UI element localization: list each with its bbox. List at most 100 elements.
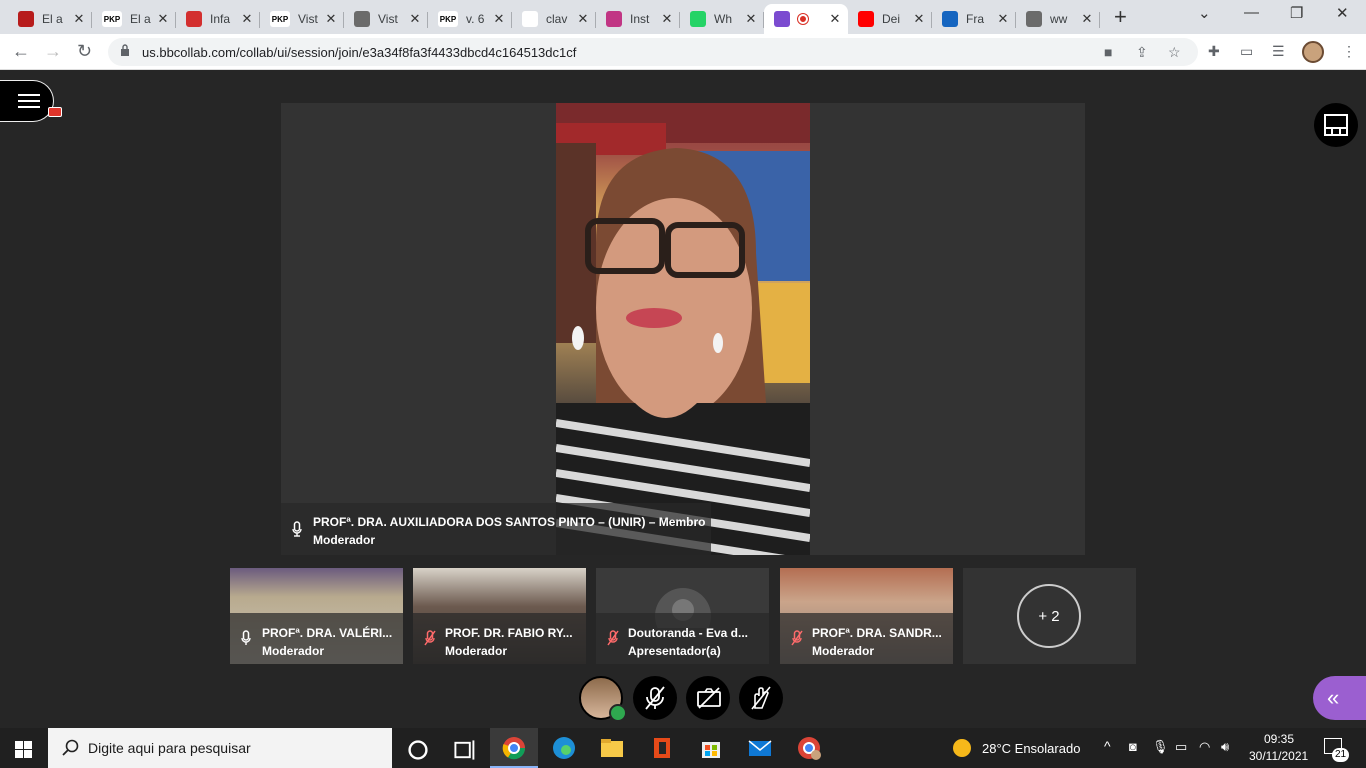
browser-tab[interactable]: Inst ✕	[596, 4, 680, 34]
microphone-muted-icon	[607, 630, 619, 646]
more-participants-tile[interactable]: + 2	[963, 568, 1136, 664]
address-bar[interactable]: us.bbcollab.com/collab/ui/session/join/e…	[108, 38, 1198, 66]
volume-icon[interactable]: 🔊︎	[1221, 739, 1229, 755]
globe-icon	[1026, 11, 1042, 27]
restore-icon[interactable]: ❐	[1290, 4, 1303, 22]
media-icon[interactable]: ☰	[1272, 43, 1285, 60]
weather-text[interactable]: 28°C Ensolarado	[982, 741, 1080, 756]
share-icon[interactable]: ⇪	[1136, 44, 1148, 61]
browser-tab[interactable]: clav ✕	[512, 4, 596, 34]
layout-toggle-button[interactable]	[1314, 103, 1358, 147]
participant-name: PROFª. DRA. VALÉRI...	[262, 626, 393, 640]
recording-icon	[48, 107, 62, 117]
microphone-toggle-button[interactable]	[633, 676, 677, 720]
browser-tab[interactable]: Infa ✕	[176, 4, 260, 34]
tab-close-icon[interactable]: ✕	[72, 11, 86, 27]
tab-close-icon[interactable]: ✕	[156, 11, 170, 27]
session-menu-button[interactable]	[0, 80, 54, 122]
participant-tile[interactable]: PROFª. DRA. SANDR... Moderador	[780, 568, 953, 664]
reload-icon[interactable]: ↻	[77, 41, 92, 62]
raise-hand-button[interactable]	[739, 676, 783, 720]
camera-icon[interactable]: ■	[1104, 44, 1112, 60]
meet-now-icon[interactable]: ◙	[1129, 739, 1137, 754]
pkp-icon: PKP	[270, 11, 290, 27]
windows-start-icon[interactable]	[15, 741, 32, 758]
browser-tab[interactable]: Fra ✕	[932, 4, 1016, 34]
browser-tab[interactable]: El a ✕	[8, 4, 92, 34]
main-speaker-role: Moderador	[313, 533, 376, 547]
tab-title: ww	[1050, 12, 1068, 26]
office-icon[interactable]	[650, 736, 674, 760]
infa-icon	[186, 11, 202, 27]
tab-close-icon[interactable]: ✕	[576, 11, 590, 27]
camera-toggle-button[interactable]	[686, 676, 730, 720]
browser-tab[interactable]: ww ✕	[1016, 4, 1100, 34]
profile-avatar[interactable]	[1302, 41, 1324, 63]
camera-off-icon	[697, 687, 721, 709]
tab-close-icon[interactable]: ✕	[408, 11, 422, 27]
microphone-tray-icon[interactable]: 🎙︎	[1152, 739, 1169, 755]
edge-icon[interactable]	[552, 736, 576, 760]
chrome-icon	[502, 737, 526, 760]
browser-tab[interactable]: PKP Vist ✕	[260, 4, 344, 34]
browser-tab[interactable]: PKP v. 6 ✕	[428, 4, 512, 34]
tab-title: Infa	[210, 12, 231, 26]
task-view-icon[interactable]	[453, 738, 477, 762]
tab-close-icon[interactable]: ✕	[1080, 11, 1094, 27]
participant-name-bar: PROFª. DRA. VALÉRI... Moderador	[230, 613, 403, 664]
minimize-icon[interactable]: —	[1244, 4, 1259, 21]
extensions-icon[interactable]: ✚	[1208, 43, 1220, 60]
tray-chevron-icon[interactable]: ^	[1104, 738, 1111, 754]
participant-name: Doutoranda - Eva d...	[628, 626, 749, 640]
clock-date[interactable]: 30/11/2021	[1249, 749, 1308, 763]
participant-name: PROF. DR. FABIO RY...	[445, 626, 573, 640]
participant-tile[interactable]: PROF. DR. FABIO RY... Moderador	[413, 568, 586, 664]
browser-tab[interactable]: PKP El a ✕	[92, 4, 176, 34]
cast-icon[interactable]: ▭	[1240, 43, 1253, 60]
participant-tile[interactable]: PROFª. DRA. VALÉRI... Moderador	[230, 568, 403, 664]
tab-close-icon[interactable]: ✕	[828, 11, 842, 27]
chrome-taskbar-button[interactable]	[490, 728, 538, 768]
main-speaker-title: PROFª. DRA. AUXILIADORA DOS SANTOS PINTO…	[313, 515, 706, 529]
tab-close-icon[interactable]: ✕	[912, 11, 926, 27]
windows-taskbar: Digite aqui para pesquisar 28°C Ensolara…	[0, 728, 1366, 768]
forward-icon[interactable]: →	[44, 41, 62, 62]
participant-tile[interactable]: Doutoranda - Eva d... Apresentador(a)	[596, 568, 769, 664]
main-speaker-video	[556, 103, 810, 555]
browser-tab[interactable]: Dei ✕	[848, 4, 932, 34]
browser-tab[interactable]: ✕	[764, 4, 848, 34]
browser-tab[interactable]: Wh ✕	[680, 4, 764, 34]
back-icon[interactable]: ←	[12, 41, 30, 62]
chrome-profile-icon[interactable]	[797, 736, 821, 760]
tab-close-icon[interactable]: ✕	[744, 11, 758, 27]
open-collab-panel-button[interactable]: «	[1313, 676, 1366, 720]
cortana-icon[interactable]	[406, 738, 430, 762]
tab-close-icon[interactable]: ✕	[492, 11, 506, 27]
tab-title: Vist	[298, 12, 318, 26]
participant-role: Moderador	[445, 644, 508, 658]
participant-role: Moderador	[812, 644, 875, 658]
close-window-icon[interactable]: ✕	[1336, 4, 1349, 22]
taskbar-search-box[interactable]: Digite aqui para pesquisar	[48, 728, 392, 768]
tab-close-icon[interactable]: ✕	[240, 11, 254, 27]
new-tab-icon[interactable]: +	[1114, 4, 1127, 30]
clock-time[interactable]: 09:35	[1264, 732, 1294, 746]
mail-icon[interactable]	[748, 736, 772, 760]
whatsapp-icon	[690, 11, 706, 27]
tab-title: Fra	[966, 12, 984, 26]
wifi-icon[interactable]: ◠	[1199, 739, 1210, 755]
kebab-menu-icon[interactable]: ⋮	[1342, 43, 1356, 60]
file-explorer-icon[interactable]	[600, 736, 624, 760]
url-text: us.bbcollab.com/collab/ui/session/join/e…	[142, 45, 577, 60]
battery-icon[interactable]: ▭	[1175, 739, 1187, 755]
browser-tab[interactable]: Vist ✕	[344, 4, 428, 34]
hamburger-icon	[18, 94, 40, 96]
collab-icon	[774, 11, 790, 27]
store-icon[interactable]	[699, 736, 723, 760]
tab-search-icon[interactable]: ⌄	[1198, 4, 1211, 22]
tab-close-icon[interactable]: ✕	[324, 11, 338, 27]
tab-title: v. 6	[466, 12, 485, 26]
tab-close-icon[interactable]: ✕	[996, 11, 1010, 27]
tab-close-icon[interactable]: ✕	[660, 11, 674, 27]
bookmark-star-icon[interactable]: ☆	[1168, 44, 1181, 61]
